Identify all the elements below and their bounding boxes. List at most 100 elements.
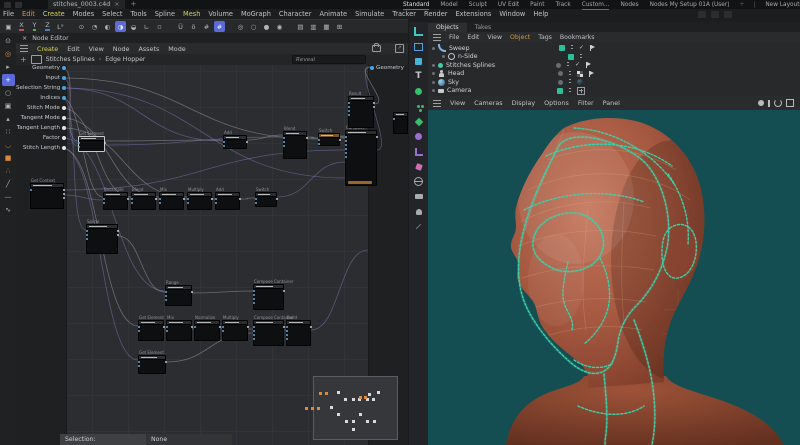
object-row-sweep[interactable]: Sweep✓ (428, 44, 800, 53)
add-node-icon[interactable]: + (20, 55, 27, 64)
node-output-dot[interactable] (155, 198, 157, 200)
layout-tab-custom[interactable]: Custom... (581, 1, 611, 9)
node-input-dot[interactable] (253, 330, 255, 332)
tab-objects[interactable]: Objects (428, 23, 467, 32)
flag-tag-icon[interactable] (590, 45, 596, 51)
popout-icon[interactable]: ↗ (395, 44, 404, 53)
graph-node-build[interactable]: Build (286, 320, 311, 346)
globe-icon[interactable] (413, 176, 425, 187)
live-selection-icon[interactable]: ◎ (2, 48, 15, 60)
node-output-dot[interactable] (339, 139, 341, 141)
menu-render[interactable]: Render (424, 10, 447, 18)
material-pen-icon[interactable] (413, 221, 425, 232)
object-row-stitches-splines[interactable]: Stitches Splines✓ (428, 61, 800, 70)
node-input-dot[interactable] (345, 144, 347, 146)
port-dot[interactable] (62, 96, 66, 100)
flag-tag-icon[interactable] (586, 62, 592, 68)
object-row-sky[interactable]: Sky (428, 78, 800, 87)
expand-toggle-icon[interactable] (442, 55, 445, 58)
node-input-dot[interactable] (30, 189, 32, 191)
node-input-dot[interactable] (253, 290, 255, 292)
measure-icon[interactable] (413, 146, 425, 157)
node-input-dot[interactable] (165, 291, 167, 293)
menu-mesh[interactable]: Mesh (183, 10, 200, 18)
generator-icon[interactable] (413, 86, 425, 97)
gray-tag-icon[interactable] (558, 71, 563, 76)
node-input-dot[interactable] (345, 152, 347, 154)
document-tab[interactable]: stitches_0003.c4d × (48, 0, 125, 9)
layout-tab-model[interactable]: Model (439, 1, 458, 9)
graph-node-blend[interactable]: Blend (283, 131, 307, 159)
graph-node-node[interactable] (393, 112, 408, 134)
coord-o-icon[interactable]: ö (188, 21, 199, 32)
expand-toggle-icon[interactable] (432, 81, 435, 84)
snap-grid-icon[interactable]: # (214, 21, 225, 32)
field-icon[interactable] (413, 116, 425, 127)
viewport-menu-view[interactable]: View (450, 99, 465, 107)
shading-lines-icon[interactable]: ◒ (128, 21, 139, 32)
viewport-menu-filter[interactable]: Filter (578, 99, 594, 107)
points-icon[interactable]: ∷ (2, 126, 15, 138)
node-input-dot[interactable] (286, 330, 288, 332)
node-input-dot[interactable] (348, 102, 350, 104)
scale-tool-icon[interactable]: ▣ (2, 100, 15, 112)
window-add-icon[interactable]: ⊞ (334, 21, 345, 32)
cube-icon[interactable] (413, 56, 425, 67)
rectangle-icon[interactable] (413, 41, 425, 52)
node-input-dot[interactable] (86, 230, 88, 232)
close-panel-icon[interactable]: × (22, 35, 27, 42)
graph-node-mix[interactable]: Mix (159, 192, 184, 210)
node-input-dot[interactable] (187, 202, 189, 204)
hamburger-icon[interactable] (20, 45, 28, 52)
node-output-dot[interactable] (376, 136, 378, 138)
node-input-dot[interactable] (166, 330, 168, 332)
axis-z-icon[interactable]: Z (42, 21, 53, 32)
square-icon[interactable]: ■ (2, 152, 15, 164)
node-output-dot[interactable] (373, 106, 375, 108)
node-input-dot[interactable] (138, 330, 140, 332)
node-output-dot[interactable] (283, 290, 285, 292)
gray-tag-icon[interactable] (558, 80, 563, 85)
viewport-menu-options[interactable]: Options (544, 99, 569, 107)
workplane-icon[interactable]: L° (55, 21, 66, 32)
menu-volume[interactable]: Volume (208, 10, 233, 18)
breadcrumb-root[interactable]: Stitches Splines (46, 56, 95, 63)
graph-node-resample[interactable]: Resample (103, 192, 128, 210)
node-input-dot[interactable] (187, 198, 189, 200)
object-row-head[interactable]: Head (428, 70, 800, 79)
node-input-dot[interactable] (286, 338, 288, 340)
graph-node-range[interactable]: Range (165, 285, 192, 306)
pick-icon[interactable]: ▸ (2, 61, 15, 73)
node-input-dot[interactable] (165, 299, 167, 301)
node-input-dot[interactable] (194, 326, 196, 328)
snap-icon[interactable]: # (201, 21, 212, 32)
node-input-dot[interactable] (165, 295, 167, 297)
expand-toggle-icon[interactable] (432, 89, 435, 92)
search-input[interactable] (292, 55, 366, 64)
object-row-n-side[interactable]: n-Side (428, 53, 800, 62)
select-cursor-icon[interactable]: ▴ (2, 113, 15, 125)
dots-tag-icon[interactable] (569, 88, 571, 94)
node-output-dot[interactable] (117, 230, 119, 232)
volume-icon[interactable] (413, 131, 425, 142)
node-editor-menu-assets[interactable]: Assets (138, 45, 159, 53)
menu-tools[interactable]: Tools (131, 10, 147, 18)
node-input-dot[interactable] (103, 202, 105, 204)
object-row-camera[interactable]: Camera (428, 87, 800, 96)
panel-icon[interactable] (711, 11, 719, 18)
checker-tag-icon[interactable] (577, 71, 583, 77)
cloner-icon[interactable] (413, 101, 425, 112)
node-input-dot[interactable] (283, 137, 285, 139)
node-editor-menu-edit[interactable]: Edit (67, 45, 79, 53)
node-input-dot[interactable] (131, 198, 133, 200)
dots-tag-icon[interactable] (580, 54, 582, 60)
node-input-dot[interactable] (159, 202, 161, 204)
menu-window[interactable]: Window (499, 10, 525, 18)
add-tab-button[interactable]: + (131, 0, 137, 9)
viewport-menu-cameras[interactable]: Cameras (474, 99, 502, 107)
wave-icon[interactable]: ∿ (2, 204, 15, 216)
panel-icon[interactable] (698, 11, 706, 18)
node-input-dot[interactable] (393, 118, 395, 120)
node-input-dot[interactable] (215, 198, 217, 200)
flag-tag-icon[interactable] (589, 71, 595, 77)
